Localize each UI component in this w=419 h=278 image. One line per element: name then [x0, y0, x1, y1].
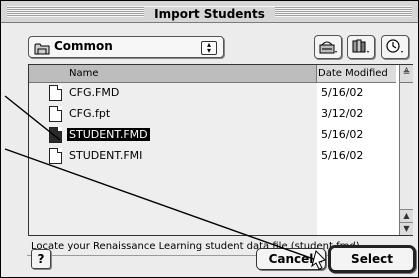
document-icon — [49, 85, 62, 101]
location-popup-label: Common — [54, 39, 113, 53]
import-students-dialog: Import Students Common ▴ ▾ Name Date Modi… — [0, 0, 419, 278]
file-name: CFG.fpt — [69, 107, 111, 120]
shortcuts-button[interactable] — [347, 35, 375, 59]
vertical-scrollbar[interactable]: ▲ ▼ — [399, 83, 413, 235]
popup-arrows-icon: ▴ ▾ — [201, 41, 217, 55]
scroll-down-arrow-icon[interactable]: ▼ — [400, 222, 413, 235]
folder-icon — [34, 40, 50, 59]
column-header-name[interactable]: Name — [29, 65, 317, 82]
sort-order-icon[interactable]: ≜ — [399, 65, 413, 83]
list-item[interactable]: CFG.fpt 3/12/02 — [29, 104, 397, 124]
select-button[interactable]: Select — [328, 245, 416, 273]
file-date: 5/16/02 — [321, 128, 364, 141]
recent-button[interactable] — [381, 35, 409, 59]
column-header-date[interactable]: Date Modified — [318, 68, 388, 79]
cancel-button[interactable]: Cancel — [256, 248, 326, 270]
title-bar[interactable]: Import Students — [1, 1, 418, 23]
list-item[interactable]: STUDENT.FMI 5/16/02 — [29, 146, 397, 166]
file-date: 5/16/02 — [321, 149, 364, 162]
location-popup[interactable]: Common ▴ ▾ — [28, 36, 224, 58]
dialog-title: Import Students — [144, 7, 275, 21]
list-header: Name Date Modified — [29, 65, 396, 83]
file-date: 5/16/02 — [321, 86, 364, 99]
file-name: CFG.FMD — [69, 86, 120, 99]
scroll-up-arrow-icon[interactable]: ▲ — [400, 209, 413, 222]
document-icon — [49, 148, 62, 164]
help-button[interactable]: ? — [31, 249, 51, 269]
file-list[interactable]: Name Date Modified ≜ CFG.FMD 5/16/02 CFG… — [28, 64, 413, 236]
file-date: 3/12/02 — [321, 107, 364, 120]
document-icon — [49, 106, 62, 122]
file-name: STUDENT.FMD — [67, 128, 150, 141]
list-item[interactable]: CFG.FMD 5/16/02 — [29, 83, 397, 103]
list-item-selected[interactable]: STUDENT.FMD 5/16/02 — [29, 125, 397, 145]
disk-button[interactable] — [314, 35, 342, 59]
file-name: STUDENT.FMI — [69, 149, 143, 162]
document-icon — [49, 127, 62, 143]
